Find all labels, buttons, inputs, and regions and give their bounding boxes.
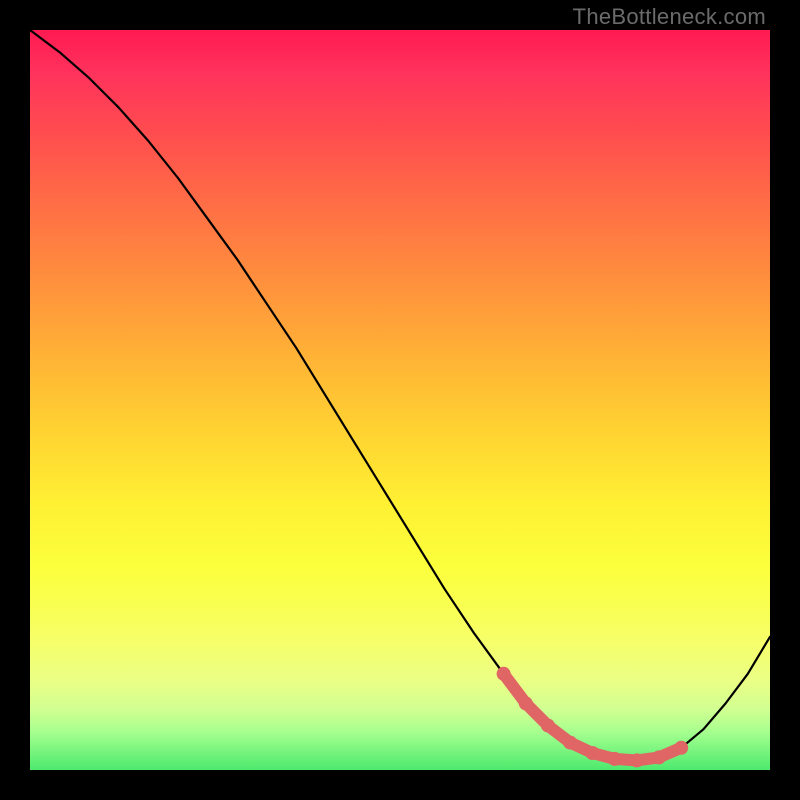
bottleneck-curve bbox=[30, 30, 770, 760]
highlight-dot bbox=[519, 696, 533, 710]
highlight-dot bbox=[541, 719, 555, 733]
highlight-dot bbox=[630, 753, 644, 767]
watermark-text: TheBottleneck.com bbox=[573, 4, 766, 30]
chart-frame: TheBottleneck.com bbox=[0, 0, 800, 800]
highlight-dot bbox=[674, 741, 688, 755]
highlight-dot bbox=[608, 752, 622, 766]
highlight-dot bbox=[497, 667, 511, 681]
highlight-dots bbox=[497, 667, 689, 768]
highlight-dot bbox=[585, 746, 599, 760]
highlight-dot bbox=[652, 750, 666, 764]
curve-overlay bbox=[30, 30, 770, 770]
highlight-dot bbox=[563, 736, 577, 750]
